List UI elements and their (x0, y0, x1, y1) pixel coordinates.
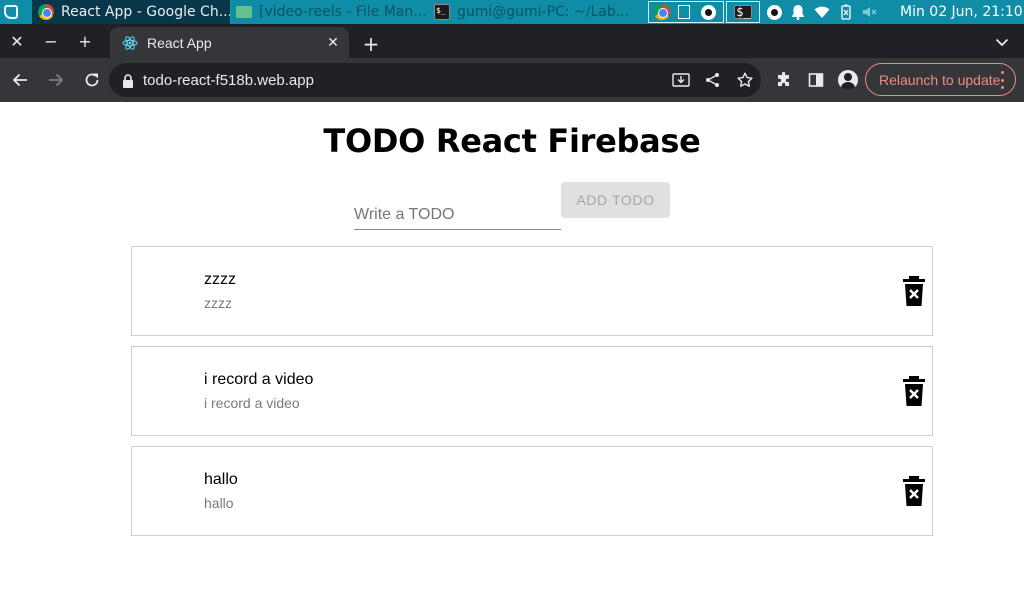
window-icon (676, 4, 692, 20)
extensions-puzzle-icon[interactable] (768, 64, 800, 96)
taskbar-task-label: React App - Google Ch... (61, 4, 230, 20)
volume-muted-icon[interactable] (862, 4, 878, 20)
install-app-icon[interactable] (665, 64, 697, 96)
folder-icon (236, 6, 252, 18)
window-maximize-icon[interactable]: + (68, 24, 102, 58)
toolbar-actions (768, 64, 864, 96)
tab-title: React App (147, 34, 212, 51)
tray-terminal-thumbnail[interactable]: $_ (726, 1, 760, 23)
window-close-icon[interactable]: ✕ (0, 24, 34, 58)
todo-secondary-text: i record a video (204, 395, 300, 411)
todo-list: zzzz zzzz i record a video i record a vi… (131, 246, 933, 546)
os-taskbar: React App - Google Ch... [video-reels - … (0, 0, 1024, 24)
relaunch-label: Relaunch to update (879, 71, 1001, 88)
delete-trash-icon[interactable] (902, 475, 926, 507)
taskbar-task-chrome[interactable]: React App - Google Ch... (32, 0, 230, 24)
taskbar-task-label: [video-reels - File Man... (259, 4, 427, 20)
new-tab-icon[interactable]: + (357, 30, 385, 58)
browser-toolbar: todo-react-f518b.web.app Relaunch to upd… (0, 58, 1024, 102)
page-title: TODO React Firebase (323, 122, 701, 160)
notification-bell-icon[interactable] (790, 4, 806, 20)
browser-menu-kebab-icon[interactable] (1001, 71, 1005, 89)
web-page: TODO React Firebase ADD TODO zzzz zzzz i… (0, 102, 1024, 600)
todo-primary-text: i record a video (204, 371, 314, 388)
todo-item: zzzz zzzz (131, 246, 933, 336)
forward-arrow-icon[interactable] (40, 64, 72, 96)
system-tray: $_ Min 02 Jun, 21:10 (648, 0, 1023, 24)
terminal-icon: $_ (734, 5, 752, 19)
reload-icon[interactable] (76, 64, 108, 96)
tab-search-chevron-icon[interactable] (990, 30, 1014, 54)
todo-item: i record a video i record a video (131, 346, 933, 436)
taskbar-task-file-manager[interactable]: [video-reels - File Man... (230, 0, 428, 24)
address-bar[interactable]: todo-react-f518b.web.app (109, 63, 761, 97)
wifi-icon[interactable] (814, 4, 830, 20)
clock[interactable]: Min 02 Jun, 21:10 (900, 4, 1023, 20)
share-icon[interactable] (697, 64, 729, 96)
delete-trash-icon[interactable] (902, 275, 926, 307)
todo-item: hallo hallo (131, 446, 933, 536)
window-minimize-icon[interactable]: − (34, 24, 68, 58)
url-text[interactable]: todo-react-f518b.web.app (143, 72, 665, 89)
add-todo-button[interactable]: ADD TODO (561, 182, 670, 218)
side-panel-icon[interactable] (800, 64, 832, 96)
battery-icon[interactable] (838, 4, 854, 20)
browser-tab[interactable]: React App ✕ (110, 27, 349, 58)
terminal-icon: $_ (434, 4, 450, 20)
delete-trash-icon[interactable] (902, 375, 926, 407)
todo-secondary-text: hallo (204, 495, 234, 511)
app-icon (700, 4, 716, 20)
tab-close-icon[interactable]: ✕ (321, 31, 345, 55)
app-icon[interactable] (766, 4, 782, 20)
todo-secondary-text: zzzz (204, 295, 232, 311)
todo-primary-text: zzzz (204, 271, 236, 288)
taskbar-task-label: gumi@gumi-PC: ~/Lab... (457, 4, 630, 20)
profile-avatar-icon[interactable] (832, 64, 864, 96)
todo-primary-text: hallo (204, 471, 238, 488)
lock-icon[interactable] (122, 73, 134, 88)
chrome-icon (38, 4, 54, 20)
taskbar-task-terminal[interactable]: $_ gumi@gumi-PC: ~/Lab... (428, 0, 638, 24)
todo-input[interactable] (354, 198, 561, 230)
tray-window-thumbnails[interactable] (648, 1, 724, 23)
chrome-icon (654, 4, 670, 20)
browser-tabstrip: ✕ − + React App ✕ + (0, 24, 1024, 58)
react-logo-icon (122, 35, 138, 51)
app-launcher-icon[interactable] (0, 0, 22, 24)
back-arrow-icon[interactable] (4, 64, 36, 96)
bookmark-star-icon[interactable] (729, 64, 761, 96)
relaunch-to-update-button[interactable]: Relaunch to update (865, 63, 1016, 96)
